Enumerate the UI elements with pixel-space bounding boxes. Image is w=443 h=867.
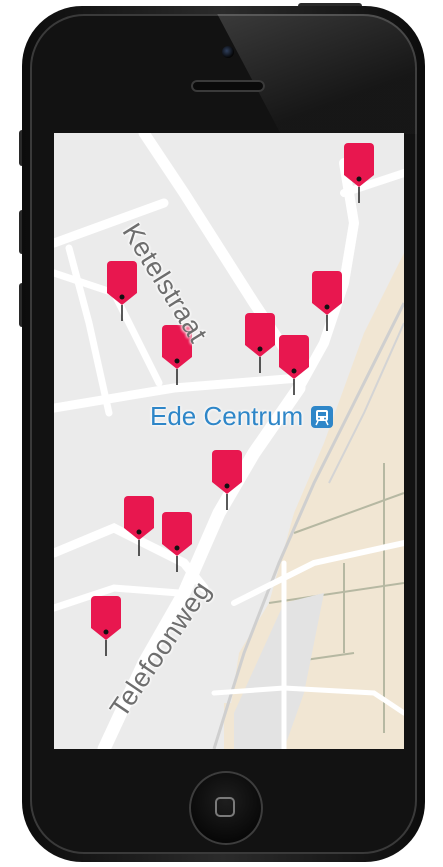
station-label[interactable]: Ede Centrum [150,401,334,432]
screen: Ketelstraat Telefoonweg Ede Centrum [54,133,404,749]
station-name: Ede Centrum [150,401,304,431]
home-button[interactable] [189,771,263,845]
earpiece-speaker [191,80,265,92]
home-square-icon [215,797,235,817]
front-camera-icon [222,46,234,58]
phone-mockup: Ketelstraat Telefoonweg Ede Centrum [0,0,443,867]
train-station-icon [311,405,334,428]
map-view[interactable] [54,133,404,749]
